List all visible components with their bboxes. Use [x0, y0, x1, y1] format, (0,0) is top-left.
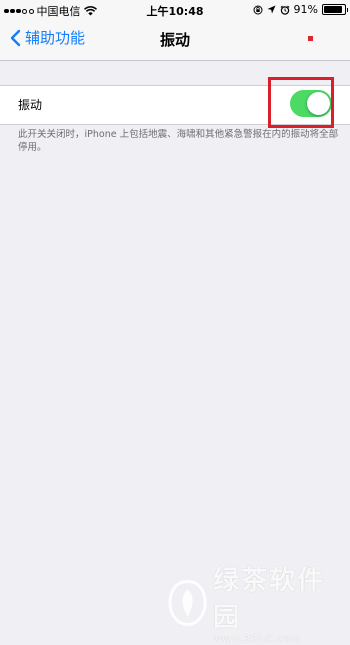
- battery-icon: [322, 4, 348, 15]
- battery-percent: 91%: [293, 3, 318, 16]
- red-marker: [308, 36, 313, 41]
- watermark: 绿茶软件园 www.33LC.com: [168, 560, 350, 645]
- watermark-text: 绿茶软件园 www.33LC.com: [213, 560, 350, 645]
- watermark-logo-icon: [168, 579, 207, 626]
- lock-rotation-icon: [253, 5, 263, 14]
- vibration-footnote: 此开关关闭时，iPhone 上包括地震、海啸和其他紧急警报在内的振动将全部停用。: [18, 129, 339, 153]
- navigation-bar: 辅助功能 振动: [0, 20, 350, 61]
- status-bar: 中国电信 上午10:48 91%: [0, 0, 350, 20]
- highlight-box: [268, 77, 334, 128]
- vibration-label: 振动: [18, 98, 43, 112]
- battery-fill: [324, 6, 343, 13]
- page-title: 振动: [159, 31, 190, 49]
- watermark-url: www.33LC.com: [213, 634, 302, 645]
- location-icon: [267, 5, 276, 14]
- status-right: 91%: [253, 3, 348, 16]
- watermark-title: 绿茶软件园: [213, 566, 326, 633]
- alarm-icon: [280, 5, 289, 15]
